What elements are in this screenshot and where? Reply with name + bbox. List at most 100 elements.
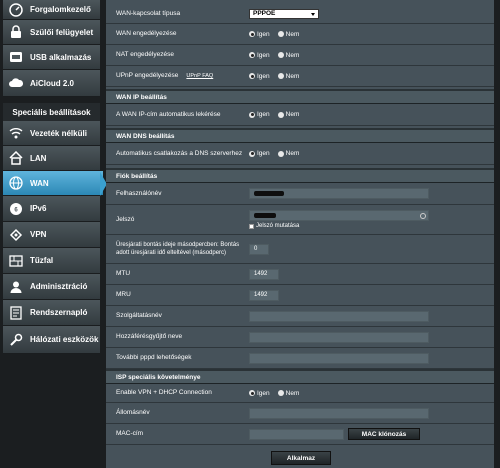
sidebar-item-firewall[interactable]: Tűzfal xyxy=(3,248,100,274)
vpn-dhcp-row: Enable VPN + DHCP Connection Igen Nem xyxy=(106,384,494,403)
mac-address-row: MAC-cím MAC klónozás xyxy=(106,424,494,445)
ipv6-icon: 6 xyxy=(8,201,24,217)
sidebar-item-traffic[interactable]: Forgalomkezelő xyxy=(3,0,100,20)
sidebar-item-label: Szülői felügyelet xyxy=(30,27,94,37)
usb-app-icon xyxy=(8,49,24,65)
sidebar-item-lan[interactable]: LAN xyxy=(3,146,100,171)
vpn-dhcp-label: Enable VPN + DHCP Connection xyxy=(116,389,212,396)
ac-name-input[interactable] xyxy=(249,331,429,343)
radio-selected-icon xyxy=(249,31,255,37)
nat-enable-yes-radio[interactable]: Igen xyxy=(249,52,270,59)
sidebar-item-network-tools[interactable]: Hálózati eszközök xyxy=(3,326,100,354)
apply-button[interactable]: Alkalmaz xyxy=(271,451,331,465)
password-label: Jelszó xyxy=(116,215,135,223)
sidebar-item-aicloud[interactable]: AiCloud 2.0 xyxy=(3,70,100,97)
sidebar-item-label: Adminisztráció xyxy=(30,282,88,291)
sidebar-item-label: USB alkalmazás xyxy=(30,52,92,62)
router-admin-page: Forgalomkezelő Szülői felügyelet USB alk… xyxy=(0,0,500,468)
wan-ip-auto-no-radio[interactable]: Nem xyxy=(277,111,300,118)
hostname-input[interactable] xyxy=(249,407,429,419)
radio-no-label: Nem xyxy=(285,389,300,397)
sidebar-item-usb[interactable]: USB alkalmazás xyxy=(3,45,100,70)
hostname-label: Állomásnév xyxy=(116,409,150,416)
radio-no-label: Nem xyxy=(285,51,300,59)
radio-selected-icon xyxy=(249,73,255,79)
hostname-row: Állomásnév xyxy=(106,403,494,424)
sidebar-item-wan[interactable]: WAN xyxy=(3,171,103,196)
password-input[interactable] xyxy=(249,210,429,221)
radio-selected-icon xyxy=(249,390,255,396)
mru-label: MRU xyxy=(116,291,131,298)
upnp-enable-no-radio[interactable]: Nem xyxy=(277,72,300,80)
radio-icon xyxy=(277,390,284,396)
upnp-faq-link[interactable]: UPnP FAQ xyxy=(186,72,213,80)
sidebar-item-label: Rendszernapló xyxy=(30,308,88,317)
upnp-enable-yes-radio[interactable]: Igen xyxy=(249,73,270,80)
checkbox-icon xyxy=(249,223,254,229)
radio-no-label: Nem xyxy=(285,111,300,118)
wan-enable-no-radio[interactable]: Nem xyxy=(277,31,299,38)
wan-ip-section-header: WAN IP beállítás xyxy=(106,89,494,104)
sidebar-item-wireless[interactable]: Vezeték nélküli xyxy=(3,121,100,146)
mru-value: 1492 xyxy=(254,292,268,298)
mru-input[interactable]: 1492 xyxy=(249,289,279,301)
upnp-enable-row: UPnP engedélyezése UPnP FAQ Igen Nem xyxy=(106,66,494,87)
reveal-eye-icon[interactable] xyxy=(420,213,426,219)
vpn-icon xyxy=(8,227,24,243)
idle-time-row: Üresjárati bontás ideje másodpercben: Bo… xyxy=(106,235,494,264)
radio-selected-icon xyxy=(249,52,255,58)
cloud-icon xyxy=(8,75,24,91)
sidebar-item-parental[interactable]: Szülői felügyelet xyxy=(3,20,100,45)
wan-dns-auto-yes-radio[interactable]: Igen xyxy=(249,150,270,157)
network-tools-icon xyxy=(8,332,24,348)
radio-yes-label: Igen xyxy=(257,51,270,59)
sidebar: Forgalomkezelő Szülői felügyelet USB alk… xyxy=(0,0,107,468)
service-name-input[interactable] xyxy=(249,310,429,322)
mtu-label: MTU xyxy=(116,270,131,277)
advanced-settings-header: Speciális beállítások xyxy=(3,103,100,121)
radio-icon xyxy=(277,150,284,157)
wan-enable-row: WAN engedélyezése Igen Nem xyxy=(106,24,494,45)
pppd-options-input[interactable] xyxy=(249,352,429,364)
nat-enable-label: NAT engedélyezése xyxy=(116,51,174,58)
idle-time-label: Üresjárati bontás ideje másodpercben: Bo… xyxy=(116,242,240,256)
show-password-checkbox[interactable]: Jelszó mutatása xyxy=(249,223,299,229)
section-title: ISP speciális követelménye xyxy=(116,373,201,381)
sidebar-item-label: Forgalomkezelő xyxy=(30,5,91,14)
wan-dns-auto-no-radio[interactable]: Nem xyxy=(277,150,300,157)
radio-no-label: Nem xyxy=(285,72,300,80)
radio-icon xyxy=(277,52,284,58)
nat-enable-no-radio[interactable]: Nem xyxy=(277,51,300,59)
wan-ip-auto-yes-radio[interactable]: Igen xyxy=(249,111,270,118)
sidebar-item-syslog[interactable]: Rendszernapló xyxy=(3,300,100,326)
wan-type-label: WAN-kapcsolat típusa xyxy=(116,9,181,17)
wan-enable-yes-radio[interactable]: Igen xyxy=(249,31,270,38)
vpn-dhcp-no-radio[interactable]: Nem xyxy=(277,389,300,397)
wan-type-row: WAN-kapcsolat típusa PPPOE xyxy=(106,4,494,24)
redacted-value xyxy=(254,191,284,196)
sidebar-item-ipv6[interactable]: 6 IPv6 xyxy=(3,196,100,222)
mac-clone-button[interactable]: MAC klónozás xyxy=(348,428,420,440)
wan-type-select[interactable]: PPPOE xyxy=(249,8,319,19)
section-title: Fiók beállítás xyxy=(116,172,158,180)
sidebar-item-admin[interactable]: Adminisztráció xyxy=(3,274,100,300)
chevron-down-icon xyxy=(311,12,315,16)
sidebar-item-label: Hálózati eszközök xyxy=(30,335,99,344)
sidebar-item-label: LAN xyxy=(30,153,47,163)
ac-name-label: Hozzáférésgyűjtő neve xyxy=(116,333,183,340)
radio-no-label: Nem xyxy=(285,150,300,157)
radio-icon xyxy=(277,31,284,37)
mac-address-input[interactable] xyxy=(249,428,344,440)
idle-time-input[interactable]: 0 xyxy=(249,243,269,255)
sidebar-item-vpn[interactable]: VPN xyxy=(3,222,100,248)
redacted-value xyxy=(254,213,276,218)
vpn-dhcp-yes-radio[interactable]: Igen xyxy=(249,390,270,397)
username-input[interactable] xyxy=(249,188,429,199)
sidebar-item-label: Vezeték nélküli xyxy=(30,128,87,138)
wireless-icon xyxy=(8,125,24,141)
mtu-input[interactable]: 1492 xyxy=(249,268,279,280)
username-row: Felhasználónév xyxy=(106,183,494,205)
log-icon xyxy=(8,305,24,321)
section-title: WAN IP beállítás xyxy=(116,93,167,101)
upnp-enable-label: UPnP engedélyezése xyxy=(116,72,179,79)
